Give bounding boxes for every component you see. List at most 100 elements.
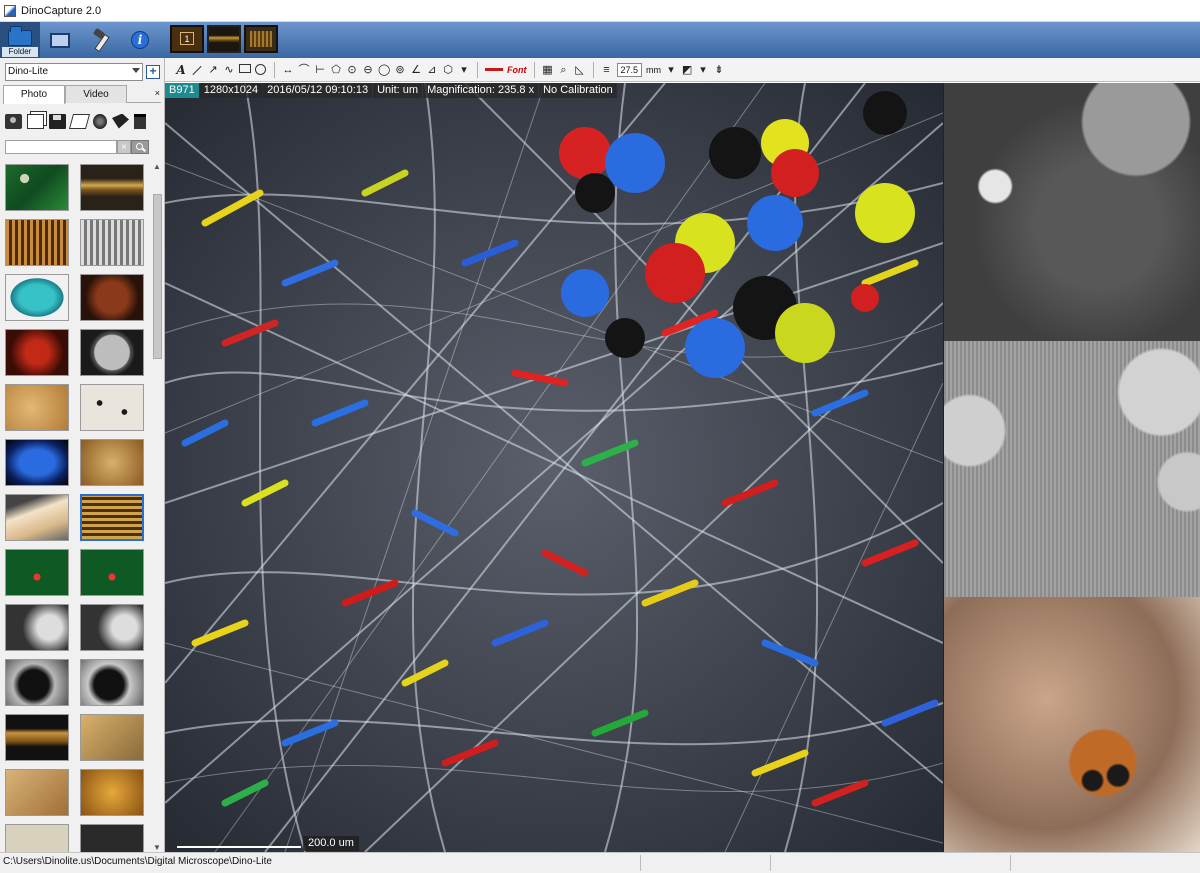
tag-icon[interactable] [112,113,129,129]
chevron-down-icon[interactable]: ▾ [665,64,677,76]
folder-button[interactable]: Folder [0,22,40,58]
line-width-input[interactable]: 27.5 [616,62,643,77]
magnification-readout: Magnification: 235.8 x [423,83,539,98]
measure-angle-button[interactable]: ∠ [410,64,422,76]
line-color-button[interactable] [485,68,503,71]
arrow-tool-button[interactable]: ↗ [207,64,219,76]
chevron-up-icon[interactable]: ▲ [153,162,161,171]
display-button[interactable] [40,22,80,58]
file-path: C:\Users\Dinolite.us\Documents\Digital M… [3,856,272,867]
thumbnail-pcb[interactable] [5,164,69,211]
thumbnail-hole[interactable] [5,659,69,706]
measure-area-button[interactable]: ⬡ [442,64,454,76]
thumbnail-cork[interactable] [5,384,69,431]
thumbnail-bark[interactable] [5,769,69,816]
live-image-viewer[interactable]: B971 1280x1024 2016/05/12 09:10:13 Unit:… [165,83,943,852]
clear-icon[interactable]: × [117,140,131,154]
chevron-down-icon[interactable]: ▼ [153,843,161,852]
thumbnail-gold-chip[interactable] [80,439,144,486]
ellipse-tool-button[interactable] [255,63,267,76]
camera-tab-1[interactable]: 1 [170,25,204,53]
thumbnail-wire[interactable] [80,164,144,211]
grid-button[interactable]: ▦ [542,64,554,76]
device-select[interactable]: Dino-Lite [5,63,143,81]
thumbnail-scrollbar[interactable]: ▲ ▼ [152,162,163,852]
thumbnail-amber[interactable] [80,769,144,816]
line-tool-button[interactable] [191,64,203,76]
measure-arc-button[interactable]: ◯ [378,64,390,76]
thumbnail-screw2[interactable] [80,604,144,651]
measure-circle-button[interactable]: ⊙ [346,64,358,76]
thumbnail-coin[interactable] [80,329,144,376]
add-device-button[interactable]: + [146,65,160,79]
measure-angle2-button[interactable]: ⊿ [426,64,438,76]
calibration-button[interactable]: ◺ [574,64,586,76]
tab-video[interactable]: Video [65,85,127,103]
search-input[interactable] [5,140,117,154]
status-divider [640,855,641,871]
camera-icon[interactable] [5,113,22,129]
annotation-toolbar: A ↗ ∿ ↔ ⌒ ⊢ ⬠ ⊙ ⊖ ◯ ⊚ ∠ ⊿ ⬡ ▾ Font ▦ ⌕ ◺… [165,58,1200,82]
tab-photo[interactable]: Photo [3,85,65,104]
folder-icon [8,26,32,46]
thumbnail-selected[interactable] [80,494,144,541]
trash-icon[interactable] [134,113,146,129]
chevron-down-icon[interactable]: ▾ [697,64,709,76]
thumbnail-partial2[interactable] [80,824,144,852]
camera-tab-2[interactable] [207,25,241,53]
measure-parallel-button[interactable]: ⊢ [314,64,326,76]
thumbnail-red-fiber[interactable] [5,329,69,376]
toolbar-separator [477,61,478,78]
thumbnail-blue-crystal[interactable] [5,439,69,486]
thumbnail-fabric[interactable] [5,494,69,541]
thumbnail-hole2[interactable] [80,659,144,706]
measure-polyline-button[interactable]: ⌒ [298,64,310,76]
thumbnail-dots[interactable] [80,384,144,431]
thumbnail-grid [5,164,150,852]
globe-icon[interactable] [93,113,107,129]
ellipse-icon [255,63,266,75]
thumbnail-screw[interactable] [5,604,69,651]
text-tool-button[interactable]: A [175,64,187,76]
copy-icon[interactable] [27,113,44,129]
measure-diameter-button[interactable]: ⊖ [362,64,374,76]
scale-label: 200.0 um [303,836,359,851]
thumbnail-pins[interactable] [5,219,69,266]
font-button[interactable]: Font [507,65,527,75]
measure-more-button[interactable]: ▾ [458,64,470,76]
search-icon[interactable] [131,140,149,154]
camera-tab-3[interactable] [244,25,278,53]
thumbnail-wood[interactable] [80,714,144,761]
page-icon[interactable] [68,113,91,129]
rectangle-tool-button[interactable] [239,63,251,76]
measure-polygon-button[interactable]: ⬠ [330,64,342,76]
thumbnail-pcb-r2[interactable] [80,549,144,596]
unit-select[interactable]: mm [646,65,661,75]
thumbnail-metal[interactable] [80,219,144,266]
resolution-readout: 1280x1024 [199,83,263,98]
close-icon[interactable]: × [155,85,161,102]
color-picker-button[interactable]: ◩ [681,64,693,76]
info-icon: i [131,31,149,49]
thumbnail-rust[interactable] [80,274,144,321]
zoom-button[interactable]: ⌕ [558,64,570,76]
scroll-thumb[interactable] [153,194,162,359]
about-button[interactable]: i [120,22,160,58]
settings-button[interactable] [80,22,120,58]
gallery-toolbar [5,110,161,132]
preview-image-metal-light[interactable] [944,341,1200,597]
measure-line-button[interactable]: ↔ [282,64,294,76]
preview-image-insect[interactable] [944,597,1200,852]
thumbnail-pcb-r[interactable] [5,549,69,596]
thumbnail-turquoise[interactable] [5,274,69,321]
device-select-value: Dino-Lite [8,66,49,77]
preview-image-metal-dark[interactable] [944,83,1200,341]
scale-bar [177,846,301,848]
rectangle-icon [239,63,251,73]
thumbnail-partial[interactable] [5,824,69,852]
save-icon[interactable] [49,113,66,129]
measure-three-point-button[interactable]: ⊚ [394,64,406,76]
expand-toolbar-button[interactable]: ⇟ [713,64,725,76]
thumbnail-strip[interactable] [5,714,69,761]
freehand-tool-button[interactable]: ∿ [223,64,235,76]
